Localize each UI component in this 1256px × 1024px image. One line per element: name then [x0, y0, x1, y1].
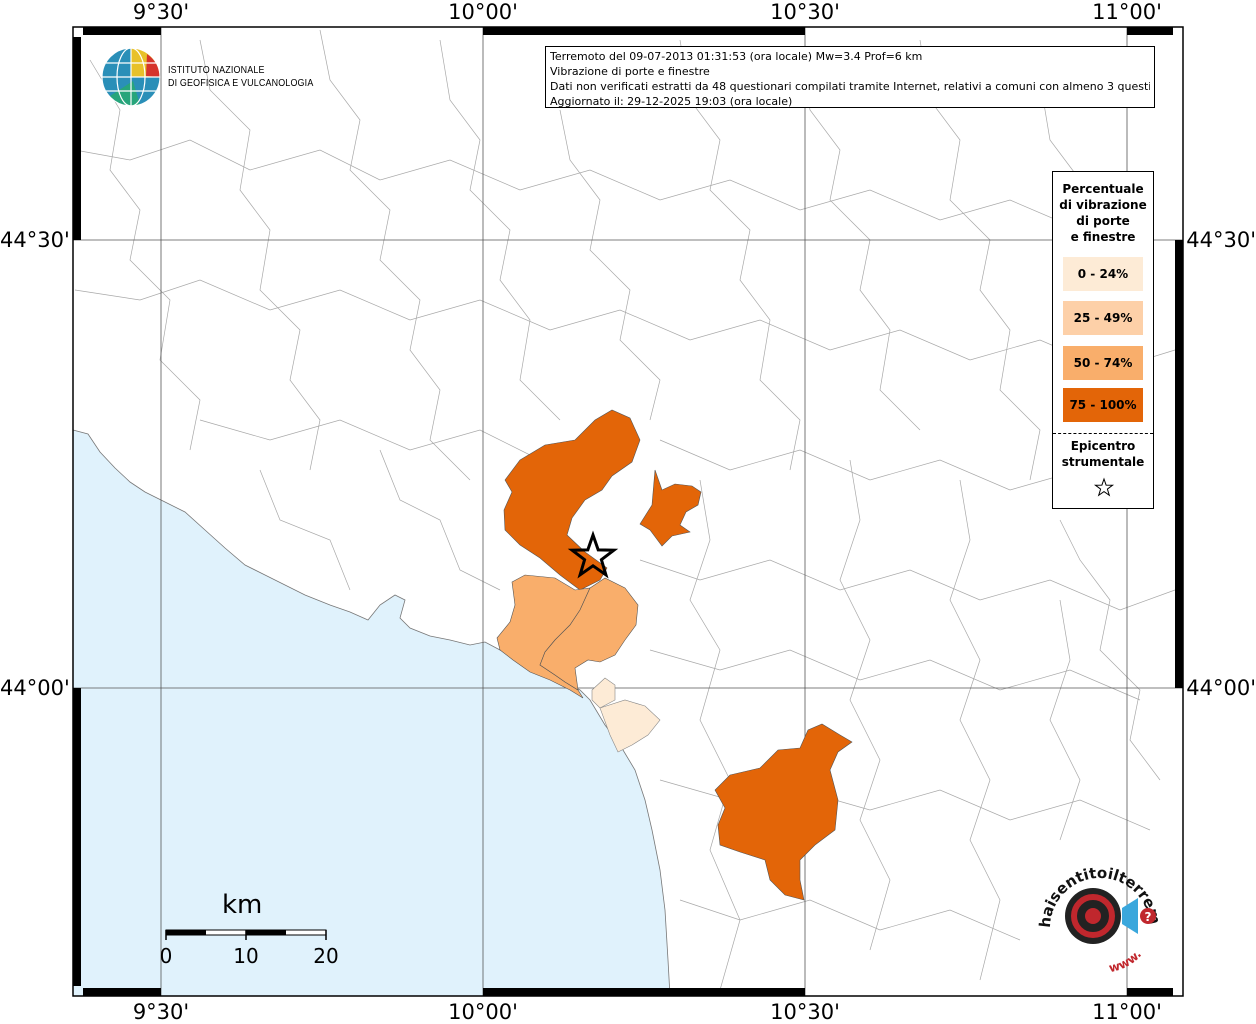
scale-tick-20: 20 — [313, 944, 339, 968]
scale-tick-0: 0 — [159, 944, 173, 968]
event-info-box: Terremoto del 09-07-2013 01:31:53 (ora l… — [545, 46, 1155, 108]
logo-line-2: DI GEOFISICA E VULCANOLOGIA — [168, 77, 314, 89]
scale-tick-10: 10 — [233, 944, 259, 968]
logo-line-1: ISTITUTO NAZIONALE — [168, 64, 265, 76]
legend-title-line-4: e finestre — [1070, 230, 1136, 244]
ingv-logo: ISTITUTO NAZIONALE DI GEOFISICA E VULCAN… — [100, 46, 339, 108]
legend-class-0-24: 0 - 24% — [1063, 257, 1143, 291]
legend-title-line-1: Percentuale — [1062, 182, 1144, 196]
legend-title-line-2: di vibrazione — [1059, 198, 1147, 212]
legend-star-icon — [1093, 477, 1115, 497]
event-info-line-3: Dati non verificati estratti da 48 quest… — [550, 80, 1150, 93]
event-info-line-4: Aggiornato il: 29-12-2025 19:03 (ora loc… — [550, 95, 793, 108]
legend: Percentuale di vibrazione di porte e fin… — [1052, 171, 1154, 509]
legend-epicenter-line-2: strumentale — [1061, 455, 1145, 469]
hst-www-text-path: www. — [1107, 947, 1144, 975]
legend-title-line-3: di porte — [1076, 214, 1130, 228]
event-info-line-2: Vibrazione di porte e finestre — [550, 65, 710, 78]
event-info-line-1: Terremoto del 09-07-2013 01:31:53 (ora l… — [550, 50, 923, 63]
hst-question-mark: ? — [1145, 910, 1152, 924]
legend-class-75-100: 75 - 100% — [1063, 388, 1143, 422]
scale-bar-graphic — [165, 929, 327, 940]
globe-icon — [101, 47, 161, 107]
legend-separator — [1053, 433, 1153, 434]
scale-title: km — [222, 890, 263, 920]
legend-class-25-49: 25 - 49% — [1063, 301, 1143, 335]
hst-speaker-icon — [1122, 898, 1138, 934]
legend-epicenter-label: Epicentro strumentale — [1053, 438, 1153, 470]
legend-title: Percentuale di vibrazione di porte e fin… — [1053, 181, 1153, 245]
hst-www-text: www. — [1107, 947, 1144, 975]
legend-epicenter-line-1: Epicentro — [1070, 439, 1136, 453]
hst-logo: haisentitoilterremoto.it www. ? — [1030, 850, 1164, 975]
legend-class-50-74: 50 - 74% — [1063, 346, 1143, 380]
scale-bar: km 0 10 20 — [160, 890, 350, 970]
